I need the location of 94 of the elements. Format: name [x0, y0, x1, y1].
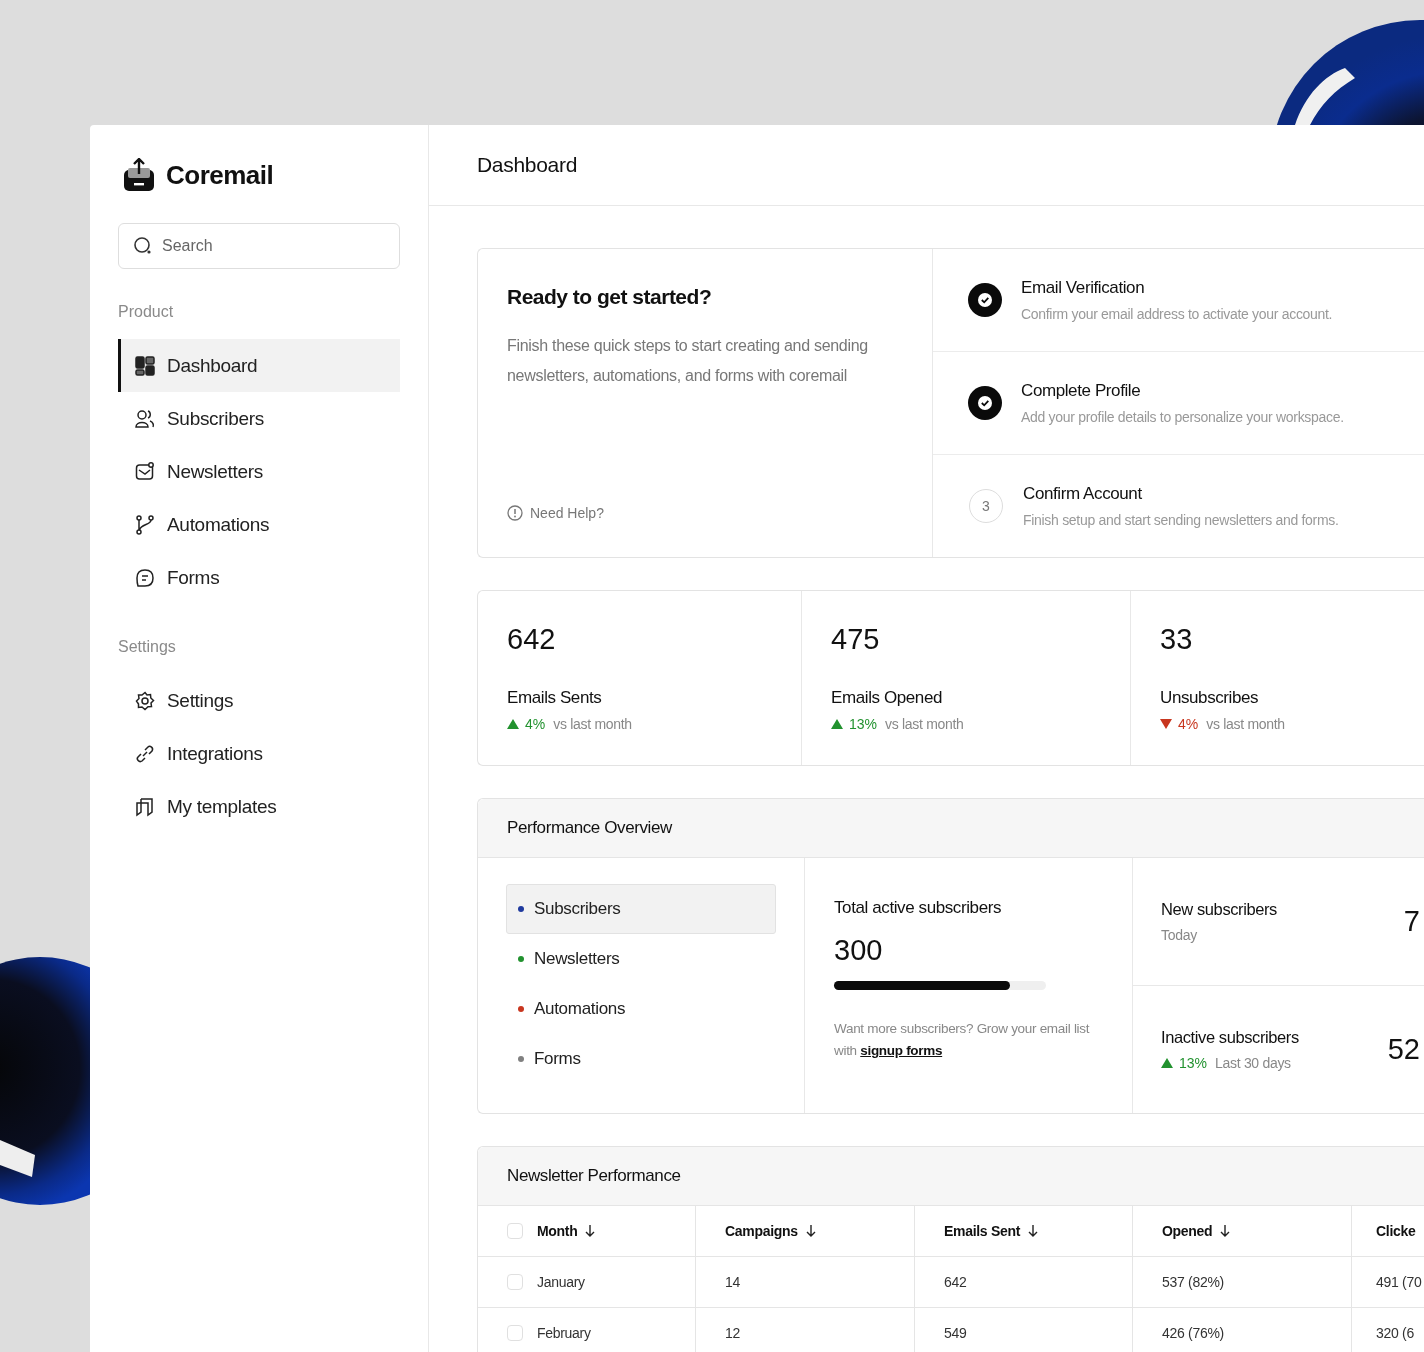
signup-link[interactable]: signup forms: [860, 1043, 943, 1058]
sort-arrow-icon[interactable]: [1220, 1224, 1231, 1238]
nav-item[interactable]: Dashboard: [118, 339, 400, 392]
nav-item[interactable]: Forms: [118, 551, 400, 604]
tab-label[interactable]: Subscribers: [534, 899, 621, 919]
nav-item[interactable]: Automations: [118, 498, 400, 551]
table-cell: 12: [725, 1325, 740, 1341]
nav-item[interactable]: Integrations: [118, 727, 400, 780]
table-cell: 320 (6: [1376, 1325, 1414, 1341]
book-icon: [135, 796, 155, 817]
step-description: Finish setup and start sending newsletters and forms.: [1023, 512, 1339, 528]
step-title: Confirm Account: [1023, 484, 1143, 504]
card-description: Finish these quick steps to start creating and sending newsletters, automations, and forms with coremail: [507, 336, 869, 386]
nav-item[interactable]: Subscribers: [118, 392, 400, 445]
grid-icon: [135, 355, 155, 376]
promo-text: Want more subscribers? Grow your email list with signup forms: [834, 1020, 1091, 1060]
column-label[interactable]: Clicke: [1376, 1223, 1416, 1239]
category-tab[interactable]: Forms: [506, 1034, 776, 1084]
panel-title: Performance Overview: [507, 818, 672, 838]
column-header[interactable]: Campaigns: [696, 1206, 915, 1256]
change-value: 4%: [1178, 716, 1199, 732]
table-cell: January: [537, 1274, 585, 1290]
metric-period: Last 30 days: [1215, 1055, 1291, 1071]
table-cell: 491 (70: [1376, 1274, 1422, 1290]
table-cell: 426 (76%): [1162, 1325, 1224, 1341]
stat-label: Unsubscribes: [1160, 688, 1260, 708]
nav-item[interactable]: Newsletters: [118, 445, 400, 498]
column-label[interactable]: Emails Sent: [944, 1223, 1021, 1239]
change-note: vs last month: [1206, 716, 1285, 732]
nav-item[interactable]: Settings: [118, 674, 400, 727]
sort-arrow-icon[interactable]: [805, 1224, 816, 1238]
step-description: Confirm your email address to activate your account.: [1021, 306, 1333, 322]
chat-icon: [135, 567, 155, 588]
page-title: Dashboard: [477, 153, 578, 177]
checkbox[interactable]: [507, 1274, 523, 1290]
search-field[interactable]: Search: [118, 223, 400, 269]
column-label[interactable]: Month: [537, 1223, 578, 1239]
category-tab[interactable]: Newsletters: [506, 934, 776, 984]
link-icon: [135, 743, 155, 764]
metric-label: Inactive subscribers: [1161, 1028, 1299, 1047]
table-cell: 14: [725, 1274, 740, 1290]
change-note: vs last month: [553, 716, 632, 732]
metric-value: 52: [1387, 1033, 1420, 1066]
step-title: Email Verification: [1021, 278, 1146, 298]
step-description: Add your profile details to personalize your workspace.: [1021, 409, 1344, 425]
metric-label: Total active subscribers: [834, 898, 1003, 918]
search-icon: [133, 236, 153, 256]
table-cell: 642: [944, 1274, 967, 1290]
help-label[interactable]: Need Help?: [530, 505, 604, 521]
panel-title: Newsletter Performance: [507, 1166, 681, 1186]
category-tab[interactable]: Automations: [506, 984, 776, 1034]
table-cell: 537 (82%): [1162, 1274, 1224, 1290]
metric-label: New subscribers: [1161, 900, 1277, 919]
sort-arrow-icon[interactable]: [585, 1224, 596, 1238]
section-label: Product: [118, 303, 175, 321]
info-icon: [507, 505, 523, 521]
category-tab[interactable]: Subscribers: [506, 884, 776, 934]
stat-value: 642: [507, 623, 557, 656]
column-label[interactable]: Opened: [1162, 1223, 1213, 1239]
change-value: 13%: [1179, 1055, 1208, 1071]
change-value: 4%: [525, 716, 546, 732]
users-icon: [135, 408, 155, 429]
metric-period: Today: [1161, 927, 1197, 943]
table-cell: February: [537, 1325, 591, 1341]
table-cell: 549: [944, 1325, 967, 1341]
metric-value: 300: [834, 934, 884, 967]
step-title: Complete Profile: [1021, 381, 1142, 401]
tab-label[interactable]: Forms: [534, 1049, 581, 1069]
mail-icon: [135, 461, 155, 482]
change-value: 13%: [849, 716, 878, 732]
brand-name: Coremail: [166, 159, 274, 191]
column-header[interactable]: Clicke: [1352, 1206, 1424, 1256]
checkbox[interactable]: [507, 1325, 523, 1341]
section-label: Settings: [118, 638, 177, 656]
column-header[interactable]: Opened: [1133, 1206, 1352, 1256]
change-note: vs last month: [885, 716, 964, 732]
nav-item[interactable]: My templates: [118, 780, 400, 833]
checkbox[interactable]: [507, 1223, 523, 1239]
metric-value: 7: [1403, 905, 1420, 938]
column-label[interactable]: Campaigns: [725, 1223, 798, 1239]
gear-icon: [135, 690, 155, 711]
stat-value: 475: [831, 623, 881, 656]
help-link[interactable]: Need Help?: [507, 505, 904, 521]
tab-label[interactable]: Newsletters: [534, 949, 620, 969]
stat-label: Emails Sents: [507, 688, 603, 708]
sort-arrow-icon[interactable]: [1028, 1224, 1039, 1238]
logo-icon: [122, 158, 156, 192]
column-header[interactable]: Emails Sent: [915, 1206, 1133, 1256]
card-title: Ready to get started?: [507, 285, 713, 309]
stat-value: 33: [1160, 623, 1194, 656]
stat-label: Emails Opened: [831, 688, 944, 708]
tab-label[interactable]: Automations: [534, 999, 626, 1019]
branch-icon: [135, 514, 155, 535]
column-header[interactable]: Month: [478, 1206, 696, 1256]
